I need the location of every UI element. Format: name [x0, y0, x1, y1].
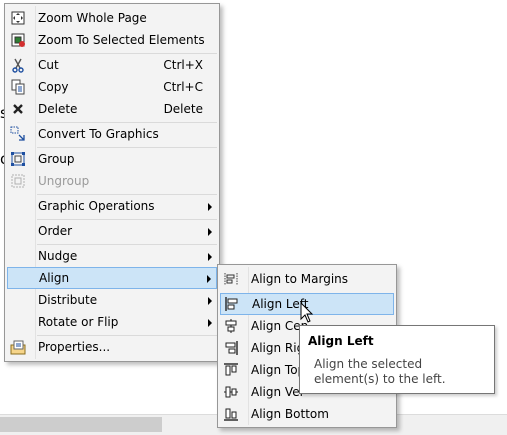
- menu-item-ungroup: Ungroup: [7, 170, 217, 192]
- menu-item-label: Delete: [38, 102, 78, 116]
- menu-item-zoom-whole-page[interactable]: Zoom Whole Page: [7, 7, 217, 29]
- menu-item-label: Align Top: [251, 363, 306, 377]
- menu-item-shortcut: Ctrl+X: [163, 58, 203, 72]
- scissors-icon: [12, 58, 24, 73]
- align-center-icon: [225, 319, 237, 333]
- convert-to-graphics-icon: [10, 126, 25, 141]
- menu-item-label: Align Rig: [251, 341, 305, 355]
- tooltip-body: Align the selected element(s) to the lef…: [314, 357, 446, 386]
- zoom-selected-icon: [11, 33, 25, 47]
- menu-item-label: Graphic Operations: [38, 199, 155, 213]
- align-top-icon: [224, 363, 238, 376]
- menu-item-copy[interactable]: Copy Ctrl+C: [7, 76, 217, 98]
- menu-item-label: Order: [38, 224, 73, 238]
- submenu-arrow-icon: [208, 228, 212, 236]
- properties-icon: [10, 340, 26, 355]
- menu-item-label: Zoom Whole Page: [38, 11, 147, 25]
- menu-item-label: Align Ver: [251, 385, 305, 399]
- delete-x-icon: [13, 104, 23, 114]
- menu-item-properties[interactable]: Properties...: [7, 336, 217, 358]
- menu-item-label: Zoom To Selected Elements: [38, 33, 205, 47]
- menu-item-label: Nudge: [38, 249, 78, 263]
- submenu-arrow-icon: [208, 203, 212, 211]
- menu-item-label: Rotate or Flip: [38, 315, 119, 329]
- submenu-arrow-icon: [207, 275, 211, 283]
- menu-item-group[interactable]: Group: [7, 148, 217, 170]
- menu-item-align-bottom[interactable]: Align Bottom: [220, 403, 394, 425]
- menu-item-shortcut: Delete: [163, 102, 203, 116]
- menu-item-align[interactable]: Align: [7, 267, 217, 289]
- submenu-arrow-icon: [208, 319, 212, 327]
- menu-item-label: Properties...: [38, 340, 111, 354]
- zoom-whole-page-icon: [11, 11, 25, 25]
- menu-item-label: Cut: [38, 58, 59, 72]
- scrollbar-thumb[interactable]: [0, 417, 162, 432]
- menu-item-cut[interactable]: Cut Ctrl+X: [7, 54, 217, 76]
- menu-item-distribute[interactable]: Distribute: [7, 289, 217, 311]
- menu-item-shortcut: Ctrl+C: [163, 80, 203, 94]
- ungroup-icon: [11, 174, 25, 188]
- menu-item-label: Convert To Graphics: [38, 127, 159, 141]
- align-to-margins-icon: [224, 273, 238, 285]
- align-right-icon: [225, 341, 238, 355]
- menu-item-nudge[interactable]: Nudge: [7, 245, 217, 267]
- group-icon: [11, 152, 25, 166]
- menu-item-zoom-selected[interactable]: Zoom To Selected Elements: [7, 29, 217, 51]
- menu-item-graphic-operations[interactable]: Graphic Operations: [7, 195, 217, 217]
- menu-item-convert-to-graphics[interactable]: Convert To Graphics: [7, 123, 217, 145]
- tooltip: Align Left Align the selected element(s)…: [299, 325, 495, 394]
- menu-item-label: Distribute: [38, 293, 98, 307]
- menu-item-label: Align to Margins: [251, 272, 349, 286]
- menu-item-label: Ungroup: [38, 174, 90, 188]
- align-bottom-icon: [224, 408, 238, 421]
- mouse-pointer-icon: [300, 302, 314, 323]
- menu-item-label: Copy: [38, 80, 69, 94]
- menu-item-order[interactable]: Order: [7, 220, 217, 242]
- menu-item-delete[interactable]: Delete Delete: [7, 98, 217, 120]
- submenu-arrow-icon: [208, 297, 212, 305]
- copy-icon: [11, 79, 25, 95]
- align-vertical-icon: [224, 386, 238, 398]
- menu-item-rotate-or-flip[interactable]: Rotate or Flip: [7, 311, 217, 333]
- context-menu: Zoom Whole Page Zoom To Selected Element…: [4, 3, 220, 362]
- menu-item-label: Align: [39, 271, 70, 285]
- menu-item-align-to-margins[interactable]: Align to Margins: [220, 268, 394, 290]
- align-left-icon: [225, 297, 238, 311]
- tooltip-title: Align Left: [308, 334, 374, 348]
- submenu-arrow-icon: [208, 253, 212, 261]
- menu-item-label: Group: [38, 152, 75, 166]
- menu-item-label: Align Bottom: [251, 407, 329, 421]
